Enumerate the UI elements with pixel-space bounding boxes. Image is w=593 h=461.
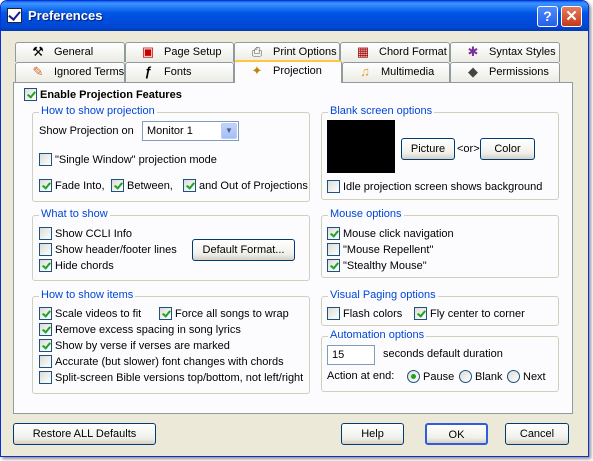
group-title: Blank screen options <box>328 105 435 117</box>
action-at-end-label: Action at end: <box>327 370 395 382</box>
split-screen-label: Split-screen Bible versions top/bottom, … <box>55 371 304 384</box>
seconds-duration-label: seconds default duration <box>383 348 503 360</box>
header-footer-label: Show header/footer lines <box>55 243 177 256</box>
fade-into-checkbox[interactable]: Fade Into, <box>39 179 105 193</box>
next-label: Next <box>523 370 546 383</box>
blank-radio[interactable]: Blank <box>459 370 503 384</box>
idle-background-checkbox[interactable]: Idle projection screen shows background <box>327 180 542 194</box>
scale-videos-label: Scale videos to fit <box>55 307 142 320</box>
hide-chords-label: Hide chords <box>55 259 114 272</box>
seconds-duration-input[interactable]: 15 <box>327 345 375 365</box>
flash-colors-checkbox[interactable]: Flash colors <box>327 307 402 321</box>
group-title: Mouse options <box>328 208 404 220</box>
remove-spacing-checkbox[interactable]: Remove excess spacing in song lyrics <box>39 323 241 337</box>
pause-radio[interactable]: Pause <box>407 370 454 384</box>
enable-projection-label: Enable Projection Features <box>40 88 182 101</box>
monitor-select-value: Monitor 1 <box>147 125 193 137</box>
mouse-click-nav-label: Mouse click navigation <box>343 227 454 240</box>
group-title: Automation options <box>328 329 427 341</box>
or-label: <or> <box>457 143 480 155</box>
and-out-checkbox[interactable]: and Out of Projections <box>183 179 308 193</box>
split-screen-check[interactable] <box>39 371 52 384</box>
single-window-checkbox[interactable]: "Single Window" projection mode <box>39 153 217 167</box>
blank-radio-dot[interactable] <box>459 370 472 383</box>
default-format-button[interactable]: Default Format... <box>192 239 295 261</box>
stealthy-mouse-checkbox[interactable]: "Stealthy Mouse" <box>327 259 427 273</box>
cancel-button[interactable]: Cancel <box>505 423 569 445</box>
mouse-repellent-check[interactable] <box>327 243 340 256</box>
stealthy-mouse-label: "Stealthy Mouse" <box>343 259 427 272</box>
ccli-checkbox[interactable]: Show CCLI Info <box>39 227 132 241</box>
blank-screen-preview <box>327 120 395 173</box>
hide-chords-checkbox[interactable]: Hide chords <box>39 259 114 273</box>
pause-label: Pause <box>423 370 455 383</box>
show-by-verse-label: Show by verse if verses are marked <box>55 339 230 352</box>
remove-spacing-label: Remove excess spacing in song lyrics <box>55 323 241 336</box>
force-wrap-checkbox[interactable]: Force all songs to wrap <box>159 307 289 321</box>
color-button[interactable]: Color <box>480 138 535 160</box>
show-by-verse-check[interactable] <box>39 339 52 352</box>
picture-button[interactable]: Picture <box>401 138 455 160</box>
next-radio-dot[interactable] <box>507 370 520 383</box>
chevron-down-icon[interactable]: ▼ <box>221 123 237 139</box>
blank-label: Blank <box>475 370 503 383</box>
accurate-font-check[interactable] <box>39 355 52 368</box>
ccli-check[interactable] <box>39 227 52 240</box>
fly-center-label: Fly center to corner <box>430 307 525 320</box>
show-by-verse-checkbox[interactable]: Show by verse if verses are marked <box>39 339 230 353</box>
header-footer-checkbox[interactable]: Show header/footer lines <box>39 243 177 257</box>
monitor-select[interactable]: Monitor 1 ▼ <box>142 121 239 141</box>
group-title: Visual Paging options <box>328 289 438 301</box>
accurate-font-checkbox[interactable]: Accurate (but slower) font changes with … <box>39 355 284 369</box>
group-title: What to show <box>39 208 110 220</box>
fly-center-checkbox[interactable]: Fly center to corner <box>414 307 525 321</box>
scale-videos-check[interactable] <box>39 307 52 320</box>
between-check[interactable] <box>111 179 124 192</box>
mouse-repellent-label: "Mouse Repellent" <box>343 243 434 256</box>
mouse-click-nav-check[interactable] <box>327 227 340 240</box>
restore-defaults-button[interactable]: Restore ALL Defaults <box>13 423 156 445</box>
fade-into-label: Fade Into, <box>55 179 105 192</box>
fade-into-check[interactable] <box>39 179 52 192</box>
flash-colors-label: Flash colors <box>343 307 403 320</box>
group-title: How to show projection <box>39 105 157 117</box>
split-screen-checkbox[interactable]: Split-screen Bible versions top/bottom, … <box>39 371 303 385</box>
fly-center-check[interactable] <box>414 307 427 320</box>
mouse-click-nav-checkbox[interactable]: Mouse click navigation <box>327 227 454 241</box>
help-button[interactable]: Help <box>341 423 404 445</box>
single-window-check[interactable] <box>39 153 52 166</box>
ok-button[interactable]: OK <box>425 423 488 445</box>
scale-videos-checkbox[interactable]: Scale videos to fit <box>39 307 141 321</box>
between-label: Between, <box>127 179 173 192</box>
header-footer-check[interactable] <box>39 243 52 256</box>
force-wrap-check[interactable] <box>159 307 172 320</box>
mouse-repellent-checkbox[interactable]: "Mouse Repellent" <box>327 243 433 257</box>
enable-projection-checkbox[interactable]: Enable Projection Features <box>24 88 182 102</box>
and-out-label: and Out of Projections <box>199 179 308 192</box>
pause-radio-dot[interactable] <box>407 370 420 383</box>
show-projection-on-label: Show Projection on <box>39 125 134 137</box>
single-window-label: "Single Window" projection mode <box>55 153 217 166</box>
accurate-font-label: Accurate (but slower) font changes with … <box>55 355 284 368</box>
idle-background-label: Idle projection screen shows background <box>343 180 543 193</box>
ccli-label: Show CCLI Info <box>55 227 133 240</box>
hide-chords-check[interactable] <box>39 259 52 272</box>
stealthy-mouse-check[interactable] <box>327 259 340 272</box>
between-checkbox[interactable]: Between, <box>111 179 173 193</box>
flash-colors-check[interactable] <box>327 307 340 320</box>
next-radio[interactable]: Next <box>507 370 546 384</box>
idle-background-check[interactable] <box>327 180 340 193</box>
and-out-check[interactable] <box>183 179 196 192</box>
remove-spacing-check[interactable] <box>39 323 52 336</box>
enable-projection-check[interactable] <box>24 88 37 101</box>
force-wrap-label: Force all songs to wrap <box>175 307 289 320</box>
group-title: How to show items <box>39 289 136 301</box>
